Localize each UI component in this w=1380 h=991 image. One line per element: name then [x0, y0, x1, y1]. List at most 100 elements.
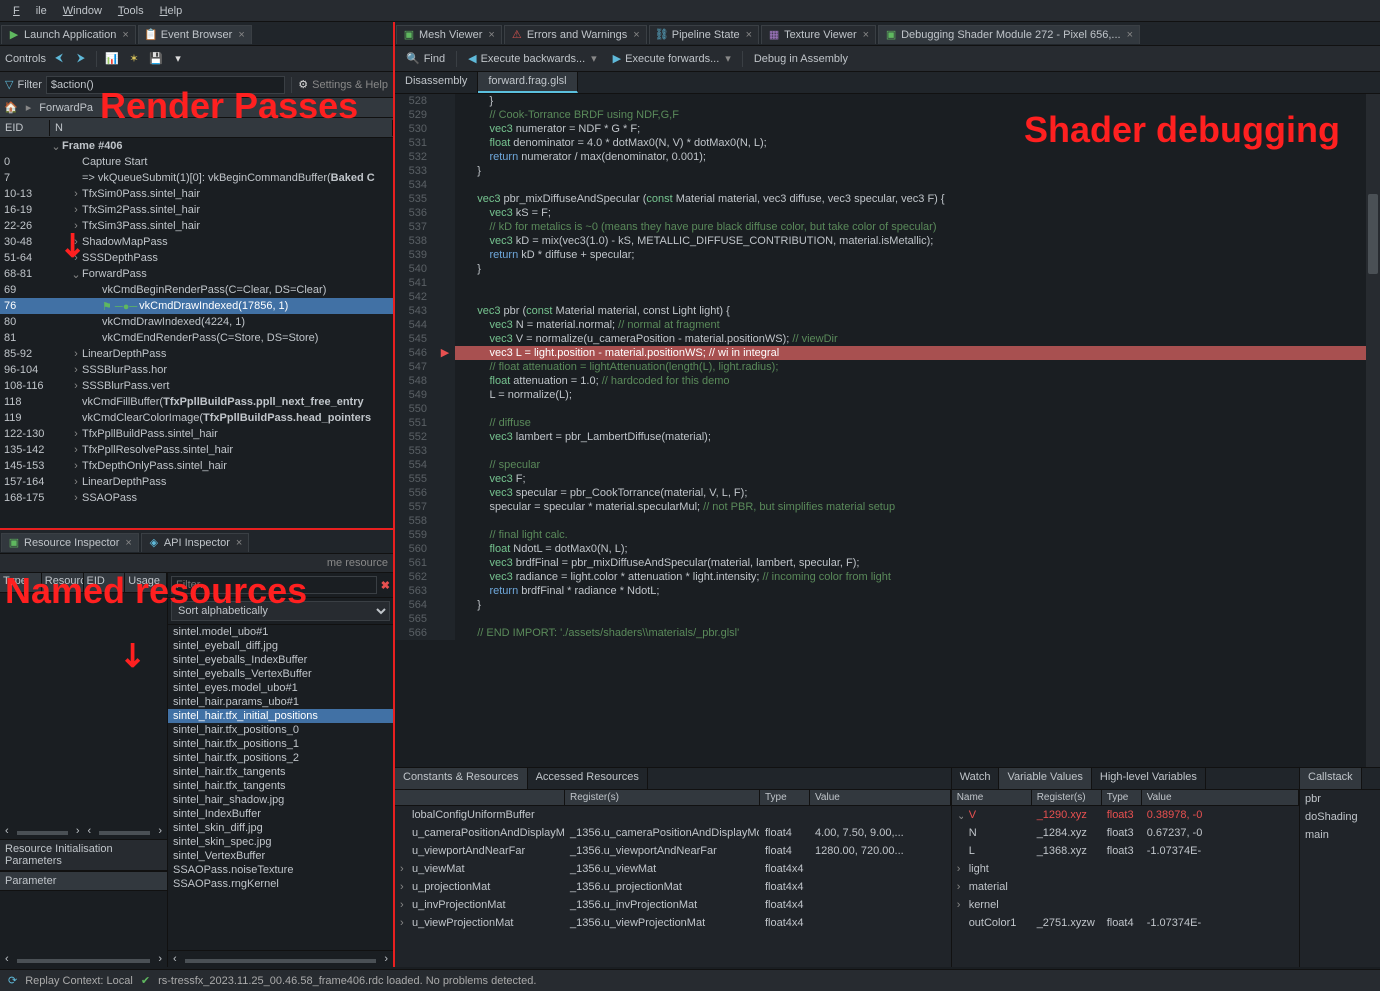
close-icon[interactable]: × [1127, 29, 1133, 41]
execute-fwd-button[interactable]: ▶ Execute forwards... ▾ [606, 49, 738, 68]
code-line[interactable]: 550 [395, 402, 1380, 416]
chevron-down-icon[interactable]: ▾ [591, 52, 597, 65]
variable-row[interactable]: ›kernel [952, 896, 1299, 914]
event-row[interactable]: 30-48›ShadowMapPass [0, 234, 393, 250]
tab-callstack[interactable]: Callstack [1300, 768, 1362, 789]
resource-item[interactable]: sintel_IndexBuffer [168, 807, 393, 821]
code-line[interactable]: 534 [395, 178, 1380, 192]
tab-accessed[interactable]: Accessed Resources [528, 768, 648, 789]
code-line[interactable]: 540 } [395, 262, 1380, 276]
event-row[interactable]: 108-116›SSSBlurPass.vert [0, 378, 393, 394]
event-row[interactable]: 157-164›LinearDepthPass [0, 474, 393, 490]
callstack-item[interactable]: main [1300, 826, 1380, 844]
code-line[interactable]: 546 vec3 L = light.position - material.p… [395, 346, 1380, 360]
code-line[interactable]: 528 } [395, 94, 1380, 108]
constant-row[interactable]: › u_viewProjectionMat_1356.u_viewProject… [395, 914, 951, 932]
event-row[interactable]: 168-175›SSAOPass [0, 490, 393, 506]
resource-item[interactable]: sintel_hair.params_ubo#1 [168, 695, 393, 709]
code-line[interactable]: 537 // kD for metalics is ~0 (means they… [395, 220, 1380, 234]
col-value[interactable]: Value [810, 790, 951, 805]
resource-item[interactable]: SSAOPass.rngKernel [168, 877, 393, 891]
menu-help[interactable]: Help [152, 2, 191, 20]
event-row[interactable]: 10-13›TfxSim0Pass.sintel_hair [0, 186, 393, 202]
resource-list[interactable]: sintel.model_ubo#1sintel_eyeball_diff.jp… [168, 625, 393, 950]
event-row[interactable]: 22-26›TfxSim3Pass.sintel_hair [0, 218, 393, 234]
col-registers[interactable]: Register(s) [565, 790, 760, 805]
event-row[interactable]: 122-130›TfxPpllBuildPass.sintel_hair [0, 426, 393, 442]
code-scrollbar[interactable] [1366, 94, 1380, 767]
menu-window[interactable]: Window [55, 2, 110, 20]
col-type[interactable]: Type [760, 790, 810, 805]
event-row[interactable]: 135-142›TfxPpllResolvePass.sintel_hair [0, 442, 393, 458]
close-icon[interactable]: × [633, 29, 639, 41]
code-line[interactable]: 542 [395, 290, 1380, 304]
rs-col[interactable]: Usage [125, 573, 167, 592]
code-line[interactable]: 532 return numerator / max(denominator, … [395, 150, 1380, 164]
code-line[interactable]: 530 vec3 numerator = NDF * G * F; [395, 122, 1380, 136]
code-line[interactable]: 529 // Cook-Torrance BRDF using NDF,G,F [395, 108, 1380, 122]
constant-row[interactable]: u_viewportAndNearFar_1356.u_viewportAndN… [395, 842, 951, 860]
resource-item[interactable]: sintel_hair.tfx_positions_0 [168, 723, 393, 737]
scrollbar-thumb[interactable] [1368, 194, 1378, 274]
code-line[interactable]: 539 return kD * diffuse + specular; [395, 248, 1380, 262]
code-line[interactable]: 556 vec3 specular = pbr_CookTorrance(mat… [395, 486, 1380, 500]
constant-row[interactable]: › u_invProjectionMat_1356.u_invProjectio… [395, 896, 951, 914]
col-name[interactable]: Name [952, 790, 1032, 805]
tab-launch-application[interactable]: ▶Launch Application× [1, 25, 136, 44]
breadcrumb-forwardpass[interactable]: ForwardPa [35, 100, 97, 116]
code-line[interactable]: 538 vec3 kD = mix(vec3(1.0) - kS, METALL… [395, 234, 1380, 248]
callstack-item[interactable]: pbr [1300, 790, 1380, 808]
rs-filter-input[interactable] [171, 576, 377, 594]
find-button[interactable]: 🔍 Find [399, 49, 452, 68]
tab-debugging-shader-module-[interactable]: ▣Debugging Shader Module 272 - Pixel 656… [878, 25, 1140, 44]
close-icon[interactable]: × [122, 29, 128, 41]
code-line[interactable]: 565 [395, 612, 1380, 626]
code-line[interactable]: 560 float NdotL = dotMax0(N, L); [395, 542, 1380, 556]
code-line[interactable]: 558 [395, 514, 1380, 528]
menu-tools[interactable]: Tools [110, 2, 152, 20]
event-row[interactable]: 16-19›TfxSim2Pass.sintel_hair [0, 202, 393, 218]
event-row[interactable]: 7=> vkQueueSubmit(1)[0]: vkBeginCommandB… [0, 170, 393, 186]
step-back-icon[interactable]: ⮜ [50, 50, 68, 68]
tab-shader-file[interactable]: forward.frag.glsl [478, 72, 577, 93]
resource-item[interactable]: sintel_VertexBuffer [168, 849, 393, 863]
home-icon[interactable]: 🏠 [0, 99, 22, 116]
clear-filter-icon[interactable]: ✖ [381, 579, 390, 592]
close-icon[interactable]: × [238, 29, 244, 41]
code-line[interactable]: 547 // float attenuation = lightAttenuat… [395, 360, 1380, 374]
col-type[interactable]: Type [1102, 790, 1142, 805]
debug-asm-button[interactable]: Debug in Assembly [747, 50, 855, 68]
event-row[interactable]: 76⚑ ─●─ vkCmdDrawIndexed(17856, 1) [0, 298, 393, 314]
execute-back-button[interactable]: ◀ Execute backwards... ▾ [461, 49, 604, 68]
tab-event-browser[interactable]: 📋Event Browser× [138, 25, 252, 44]
code-line[interactable]: 549 L = normalize(L); [395, 388, 1380, 402]
rs-col[interactable]: Resourc [42, 573, 84, 592]
code-line[interactable]: 544 vec3 N = material.normal; // normal … [395, 318, 1380, 332]
resource-item[interactable]: sintel_hair.tfx_tangents [168, 765, 393, 779]
code-line[interactable]: 559 // final light calc. [395, 528, 1380, 542]
resource-item[interactable]: sintel.model_ubo#1 [168, 625, 393, 639]
resource-item[interactable]: sintel_skin_diff.jpg [168, 821, 393, 835]
code-line[interactable]: 541 [395, 276, 1380, 290]
code-line[interactable]: 545 vec3 V = normalize(u_cameraPosition … [395, 332, 1380, 346]
variable-row[interactable]: ⌄V_1290.xyzfloat30.38978, -0 [952, 806, 1299, 824]
tab-mesh-viewer[interactable]: ▣Mesh Viewer× [396, 25, 502, 44]
tab-constants[interactable]: Constants & Resources [395, 768, 528, 789]
code-line[interactable]: 553 [395, 444, 1380, 458]
resource-item[interactable]: sintel_skin_spec.jpg [168, 835, 393, 849]
dropdown-icon[interactable]: ▾ [169, 50, 187, 68]
event-row[interactable]: 119vkCmdClearColorImage(TfxPpllBuildPass… [0, 410, 393, 426]
code-line[interactable]: 552 vec3 lambert = pbr_LambertDiffuse(ma… [395, 430, 1380, 444]
tab-disassembly[interactable]: Disassembly [395, 72, 478, 93]
code-line[interactable]: 563 return brdfFinal * radiance * NdotL; [395, 584, 1380, 598]
resource-item[interactable]: sintel_eyeballs_VertexBuffer [168, 667, 393, 681]
settings-help[interactable]: Settings & Help [312, 79, 388, 91]
close-icon[interactable]: × [236, 537, 242, 549]
step-fwd-icon[interactable]: ⮞ [72, 50, 90, 68]
code-line[interactable]: 548 float attenuation = 1.0; // hardcode… [395, 374, 1380, 388]
col-name[interactable] [395, 790, 565, 805]
code-line[interactable]: 554 // specular [395, 458, 1380, 472]
rs-sort-select[interactable]: Sort alphabetically [171, 601, 390, 621]
resource-item[interactable]: sintel_hair.tfx_tangents [168, 779, 393, 793]
event-row[interactable]: 80vkCmdDrawIndexed(4224, 1) [0, 314, 393, 330]
